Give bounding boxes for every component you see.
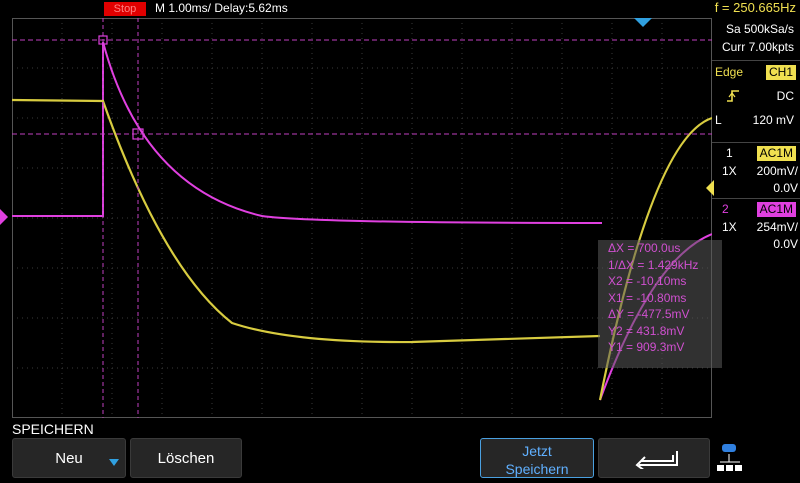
waveform-display[interactable]: ΔX = 700.0us 1/ΔX = 1.429kHz X2 = -10.10… [12, 18, 722, 418]
usb-network-status [714, 440, 754, 478]
trigger-position-icon [634, 18, 652, 27]
new-button[interactable]: Neu [12, 438, 126, 478]
chevron-down-icon [109, 459, 119, 466]
ch2-probe: 1X [722, 220, 737, 234]
rising-edge-icon [727, 90, 739, 102]
ch1-number: 1 [726, 146, 733, 160]
ch1-probe: 1X [722, 164, 737, 178]
meas-x1: X1 = -10.80ms [608, 290, 687, 305]
delete-button[interactable]: Löschen [130, 438, 242, 478]
top-status-bar: Stop M 1.00ms/ Delay:5.62ms f = 250.665H… [0, 0, 800, 18]
ch2-scale: 254mV/ [756, 220, 798, 234]
sample-rate: Sa 500kSa/s [725, 22, 794, 36]
network-icon [717, 444, 742, 471]
trigger-level-label: L [715, 113, 722, 127]
acquisition-panel: Sa 500kSa/s Curr 7.00kpts [712, 20, 800, 60]
ch2-offset-marker-icon[interactable] [0, 209, 12, 225]
ch1-offset: 0.0V [773, 181, 798, 195]
save-now-line-1: Jetzt [522, 443, 552, 459]
meas-y1: Y1 = 909.3mV [608, 340, 685, 354]
meas-delta-x: ΔX = 700.0us [608, 241, 681, 255]
ch2-coupling-badge: AC1M [756, 202, 796, 217]
ch2-offset: 0.0V [773, 237, 798, 251]
save-now-line-2: Speichern [505, 461, 569, 477]
trigger-mode: Edge [715, 65, 744, 79]
trigger-source-badge: CH1 [765, 65, 796, 80]
save-now-button[interactable]: Jetzt Speichern [480, 438, 594, 478]
run-status-badge[interactable]: Stop [104, 2, 146, 16]
ch2-number: 2 [722, 202, 729, 216]
memory-depth: Curr 7.00kpts [721, 40, 794, 54]
meas-inv-delta-x: 1/ΔX = 1.429kHz [608, 257, 699, 272]
meas-y2: Y2 = 431.8mV [608, 323, 685, 338]
cursor-measurement-panel: ΔX = 700.0us 1/ΔX = 1.429kHz X2 = -10.10… [598, 240, 722, 368]
meas-delta-y: ΔY = -477.5mV [608, 307, 690, 321]
frequency-readout: f = 250.665Hz [714, 0, 796, 15]
delete-button-label: Löschen [157, 450, 215, 467]
back-button[interactable] [598, 438, 710, 478]
timebase-readout: M 1.00ms/ Delay:5.62ms [155, 1, 288, 15]
meas-x2: X2 = -10.10ms [608, 274, 687, 288]
menu-title: SPEICHERN [12, 421, 94, 437]
ch1-coupling-badge: AC1M [756, 146, 796, 161]
new-button-label: Neu [55, 450, 83, 467]
channel-2-panel[interactable]: 2 AC1M 1X 254mV/ 0.0V [712, 198, 800, 257]
channel-1-panel[interactable]: 1 AC1M 1X 200mV/ 0.0V [712, 142, 800, 201]
trigger-coupling: DC [776, 89, 794, 103]
trigger-panel[interactable]: Edge CH1 DC L 120 mV [712, 60, 800, 137]
return-arrow-icon [635, 451, 678, 469]
trigger-level-value: 120 mV [752, 113, 794, 127]
ch1-scale: 200mV/ [756, 164, 798, 178]
